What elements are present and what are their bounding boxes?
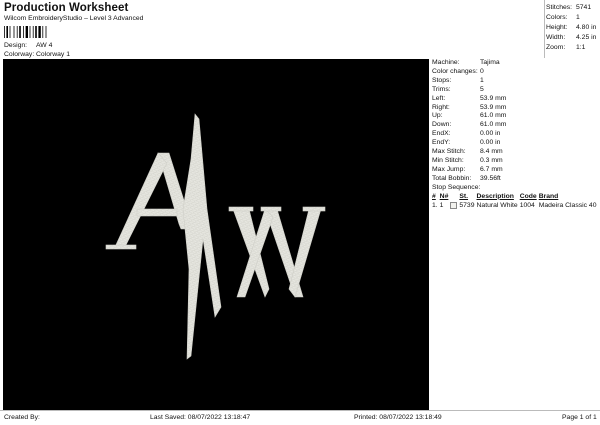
trims-value: 5	[480, 85, 484, 93]
endx-value: 0.00 in	[480, 130, 501, 138]
details-panel: Machine: Tajima Color changes: 0 Stops: 1 T…	[432, 59, 598, 211]
endx-label: EndX:	[432, 130, 451, 138]
right-value: 53.9 mm	[480, 103, 507, 111]
trims-label: Trims:	[432, 85, 451, 93]
printed-date: Printed: 08/07/2022 13:18:49	[354, 414, 442, 421]
total-bobbin-label: Total Bobbin:	[432, 174, 472, 182]
col-brand: Brand	[538, 192, 559, 200]
machine-value: Tajima	[480, 59, 500, 66]
col-num: #	[432, 192, 436, 200]
row-stitches: 5739	[459, 201, 475, 209]
endy-label: EndY:	[432, 139, 451, 147]
endy-value: 0.00 in	[480, 139, 501, 147]
color-changes-label: Color changes:	[432, 67, 478, 75]
colors-value: 1	[576, 14, 580, 21]
col-code: Code	[519, 192, 537, 200]
col-stitches: St.	[459, 192, 469, 200]
header-divider	[544, 0, 545, 58]
max-stitch-label: Max Stitch:	[432, 148, 466, 156]
stops-value: 1	[480, 76, 484, 84]
machine-label: Machine:	[432, 59, 460, 66]
width-label: Width:	[546, 34, 566, 41]
page-number: Page 1 of 1	[562, 414, 597, 421]
zoom-label: Zoom:	[546, 44, 566, 51]
stop-sequence-table: # N# St. Description Code Brand 1. 1 573…	[432, 193, 598, 211]
colorway-label: Colorway:	[4, 51, 35, 58]
col-swatch	[450, 193, 459, 202]
last-saved: Last Saved: 08/07/2022 13:18:47	[150, 414, 251, 421]
left-label: Left:	[432, 94, 446, 102]
row-code: 1004	[519, 201, 535, 209]
height-value: 4.80 in	[576, 24, 597, 31]
col-n: N#	[439, 192, 449, 200]
total-bobbin-value: 39.56ft	[480, 174, 501, 182]
stitches-label: Stitches:	[546, 4, 573, 11]
down-label: Down:	[432, 121, 452, 129]
row-description: Natural White	[476, 201, 518, 209]
stops-label: Stops:	[432, 76, 452, 84]
barcode	[4, 26, 47, 38]
max-jump-label: Max Jump:	[432, 165, 466, 173]
letter-spike	[182, 113, 222, 360]
up-label: Up:	[432, 112, 443, 120]
design-row: Design: AW 4	[4, 42, 52, 49]
summary-panel: Stitches: 5741 Colors: 1 Height: 4.80 in Wi…	[546, 3, 596, 53]
table-row: 1. 1 5739 Natural White 1004 Madeira Cla…	[432, 201, 598, 211]
down-value: 61.0 mm	[480, 121, 507, 129]
stitches-value: 5741	[576, 4, 592, 11]
colors-label: Colors:	[546, 14, 568, 21]
min-stitch-value: 0.3 mm	[480, 156, 503, 164]
max-jump-value: 6.7 mm	[480, 165, 503, 173]
created-by: Created By:	[4, 414, 40, 421]
zoom-value: 1:1	[576, 44, 586, 51]
row-num: 1.	[432, 201, 438, 209]
aw-embroidery	[105, 113, 326, 360]
col-description: Description	[476, 192, 514, 200]
colorway-value: Colorway 1	[36, 51, 70, 58]
max-stitch-value: 8.4 mm	[480, 148, 503, 156]
height-label: Height:	[546, 24, 568, 31]
letter-w	[228, 206, 326, 298]
design-preview	[3, 59, 429, 410]
page-title: Production Worksheet	[4, 2, 129, 14]
left-value: 53.9 mm	[480, 94, 507, 102]
letter-a	[105, 152, 194, 250]
row-n: 1	[439, 201, 444, 209]
design-label: Design:	[4, 42, 28, 49]
row-brand: Madeira Classic 40	[538, 201, 597, 209]
width-value: 4.25 in	[576, 34, 597, 41]
thread-swatch-icon	[450, 201, 458, 209]
color-changes-value: 0	[480, 67, 484, 75]
stop-sequence-label: Stop Sequence:	[432, 183, 481, 191]
footer: Created By: Last Saved: 08/07/2022 13:18…	[0, 410, 600, 425]
design-value: AW 4	[36, 42, 53, 49]
min-stitch-label: Min Stitch:	[432, 156, 464, 164]
up-value: 61.0 mm	[480, 112, 507, 120]
colorway-row: Colorway: Colorway 1	[4, 51, 70, 58]
right-label: Right:	[432, 103, 450, 111]
software-name: Wilcom EmbroideryStudio – Level 3 Advanc…	[4, 15, 144, 22]
